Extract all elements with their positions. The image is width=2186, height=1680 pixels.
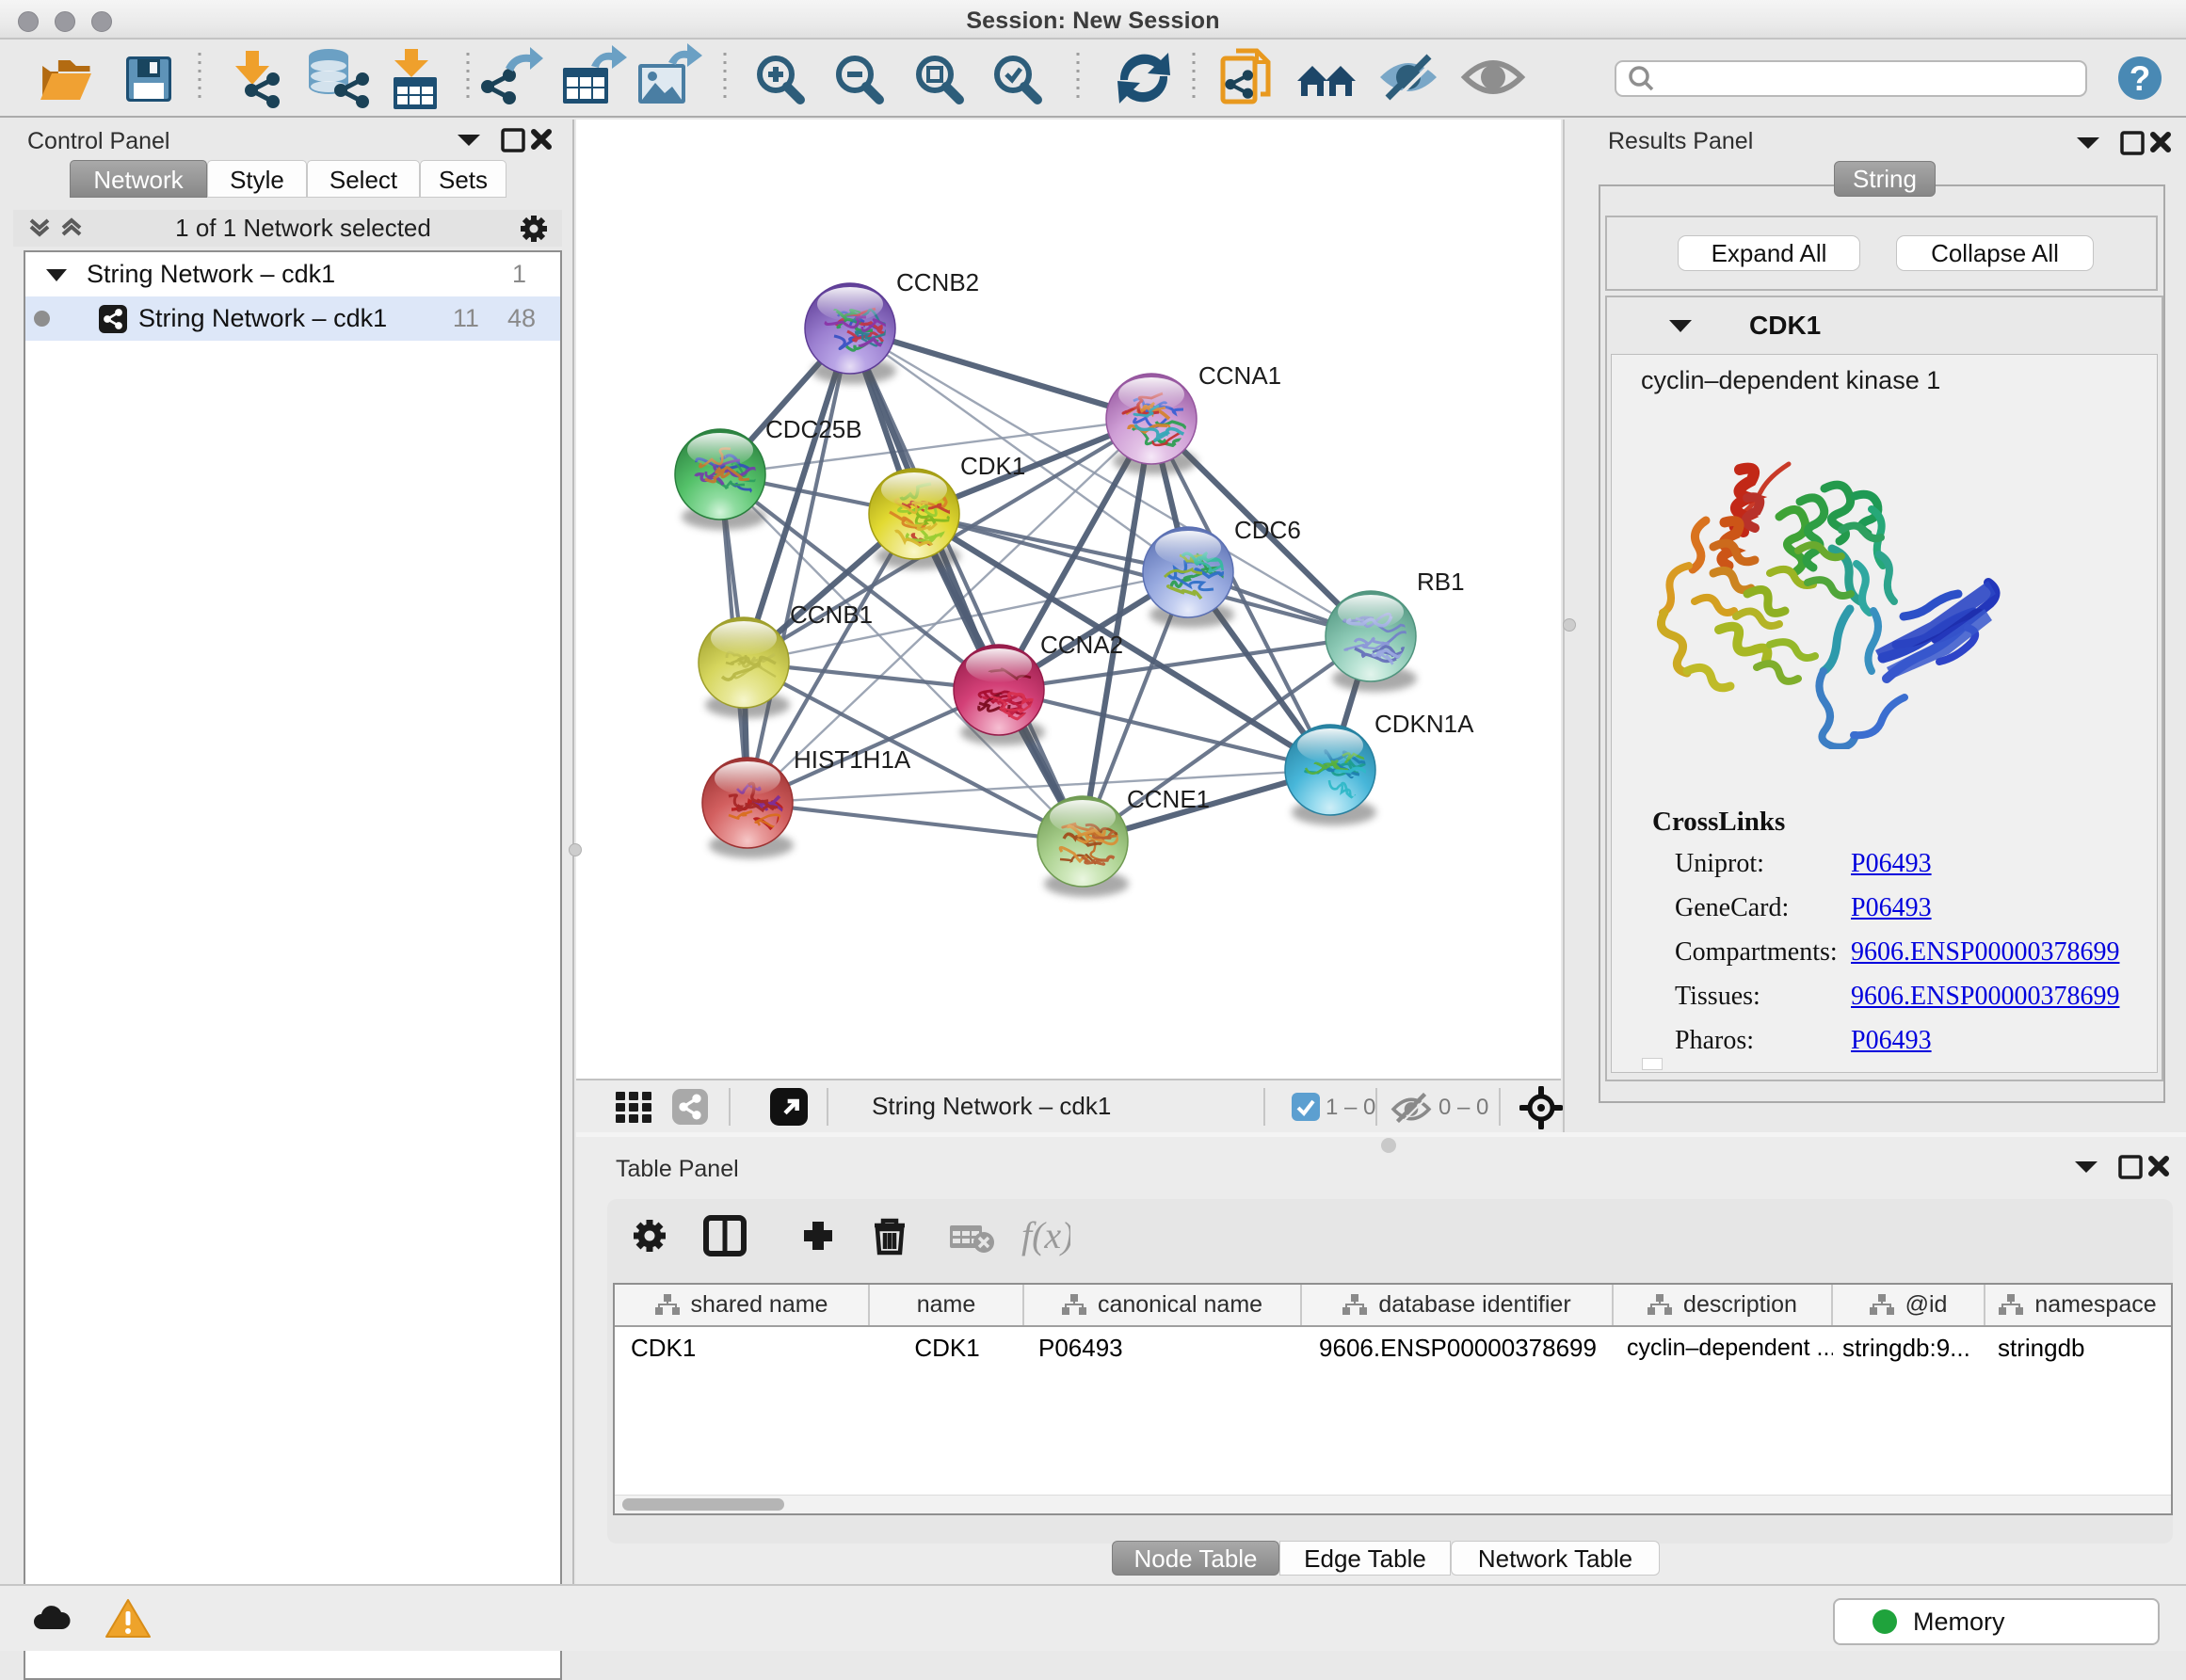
svg-text:RB1: RB1 [1417,568,1465,596]
svg-text:CDK1: CDK1 [960,452,1025,480]
svg-text:CCNB1: CCNB1 [790,600,873,629]
svg-text:CDC25B: CDC25B [765,415,862,443]
svg-text:CDC6: CDC6 [1234,516,1301,544]
svg-text:f(x): f(x) [1021,1214,1070,1256]
svg-text:CDKN1A: CDKN1A [1374,710,1474,738]
svg-text:CCNE1: CCNE1 [1127,785,1210,813]
svg-text:HIST1H1A: HIST1H1A [794,745,911,774]
svg-text:?: ? [2130,59,2151,98]
svg-text:CCNA1: CCNA1 [1198,361,1281,390]
svg-text:CCNB2: CCNB2 [896,268,979,296]
svg-text:CCNA2: CCNA2 [1040,631,1123,659]
